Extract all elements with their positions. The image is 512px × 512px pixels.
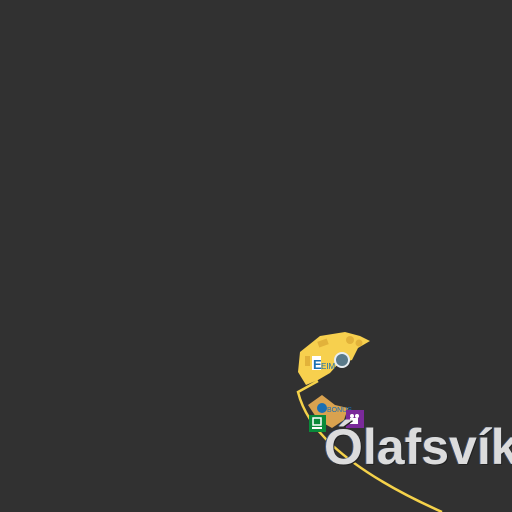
svg-text:EIM: EIM xyxy=(321,362,336,371)
area-north xyxy=(298,332,370,385)
cloud-icon[interactable] xyxy=(334,352,350,368)
place-label: Ólafsvík xyxy=(324,419,512,475)
